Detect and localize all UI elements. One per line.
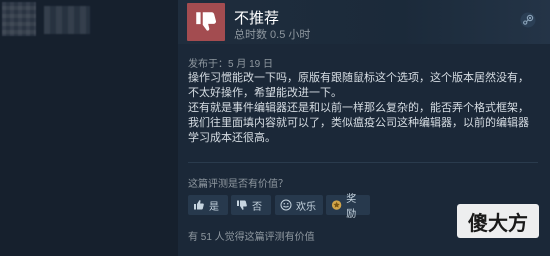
vote-funny-label: 欢乐 bbox=[296, 201, 316, 213]
reviewer-avatar[interactable] bbox=[2, 2, 36, 36]
award-icon bbox=[331, 200, 342, 210]
vote-yes-button[interactable]: 是 bbox=[188, 195, 228, 215]
review-paragraph: 操作习惯能改一下吗，原版有跟随鼠标这个选项，这个版本居然没有，不太好操作，希望能… bbox=[188, 72, 529, 99]
award-label: 奖励 bbox=[346, 194, 357, 220]
review-body: 操作习惯能改一下吗，原版有跟随鼠标这个选项，这个版本居然没有，不太好操作，希望能… bbox=[188, 71, 538, 146]
review-paragraph: 还有就是事件编辑器还是和以前一样那么复杂的，能否弄个格式框架，我们往里面填内容就… bbox=[188, 102, 529, 144]
helpful-question: 这篇评测是否有价值？ bbox=[188, 179, 288, 190]
steam-logo-icon bbox=[520, 12, 536, 28]
vote-no-button[interactable]: 否 bbox=[231, 195, 271, 215]
vote-no-label: 否 bbox=[252, 201, 262, 213]
thumbs-down-icon-small bbox=[237, 200, 247, 210]
recommendation-label: 不推荐 bbox=[234, 10, 280, 27]
watermark-logo: 傻大方 bbox=[457, 204, 539, 238]
award-button[interactable]: 奖励 bbox=[326, 194, 370, 220]
reviewer-panel bbox=[0, 0, 178, 256]
thumbs-down-icon bbox=[187, 3, 225, 41]
smiley-icon bbox=[280, 199, 292, 211]
hours-played: 总时数 0.5 小时 bbox=[234, 29, 311, 41]
helpful-count: 有 51 人觉得这篇评测有价值 bbox=[188, 232, 315, 243]
vote-funny-button[interactable]: 欢乐 bbox=[275, 195, 323, 215]
reviewer-name-blurred[interactable] bbox=[44, 6, 90, 34]
divider bbox=[188, 162, 538, 163]
vote-yes-label: 是 bbox=[209, 201, 219, 213]
posted-date: 发布于：5 月 19 日 bbox=[188, 59, 274, 70]
thumbs-up-icon bbox=[194, 200, 204, 210]
